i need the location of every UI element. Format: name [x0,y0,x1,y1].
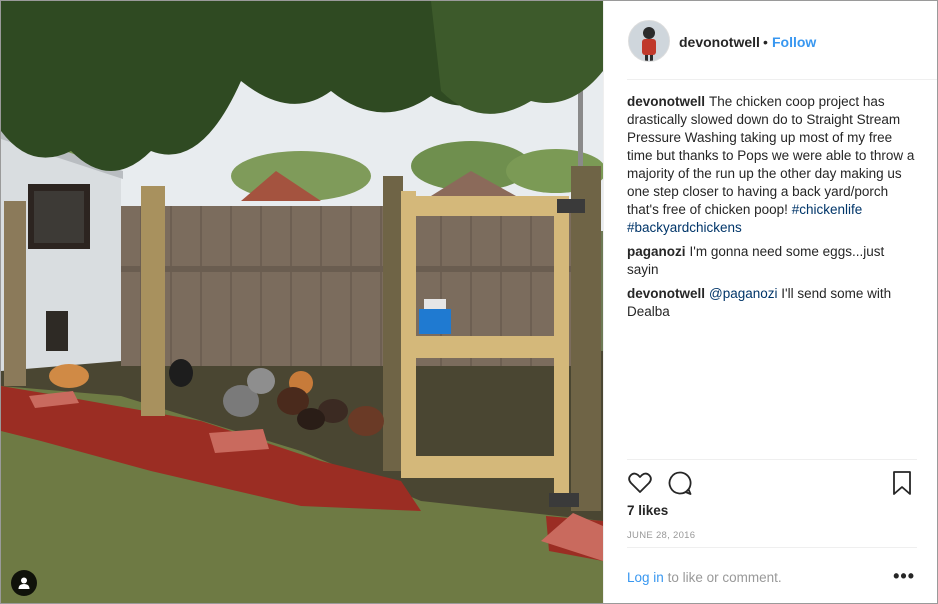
user-tag-icon[interactable] [11,570,37,596]
login-prompt: Log in to like or comment. [627,570,782,585]
follow-button[interactable]: Follow [772,34,816,50]
hashtag-link[interactable]: #chickenlife [792,202,863,217]
mention-link[interactable]: @paganozi [709,286,778,301]
comment-username[interactable]: devonotwell [627,94,705,109]
post-window: devonotwell • Follow devonotwell The chic… [0,0,938,604]
post-header: devonotwell • Follow [627,1,937,80]
comment-text: The chicken coop project has drastically… [627,94,915,217]
post-footer: Log in to like or comment. ••• [627,547,917,603]
bookmark-icon[interactable] [889,470,917,498]
post-date: JUNE 28, 2016 [627,530,696,541]
heart-icon[interactable] [627,470,655,498]
comment-item: paganozi I'm gonna need some eggs...just … [627,243,919,279]
login-link[interactable]: Log in [627,570,664,585]
likes-count[interactable]: 7 likes [627,503,668,518]
comments-list: devonotwell The chicken coop project has … [627,93,919,327]
post-photo[interactable] [1,1,603,603]
login-suffix: to like or comment. [667,570,782,585]
post-author-username[interactable]: devonotwell [679,34,760,50]
post-actions-bar [627,459,917,506]
comment-username[interactable]: devonotwell [627,286,705,301]
comment-item: devonotwell @paganozi I'll send some with… [627,285,919,321]
more-options-button[interactable]: ••• [893,566,915,587]
caption-comment: devonotwell The chicken coop project has … [627,93,919,237]
post-details-panel: devonotwell • Follow devonotwell The chic… [603,1,937,603]
comment-username[interactable]: paganozi [627,244,686,259]
separator-dot: • [763,34,768,50]
backyard-photo-illustration [1,1,603,603]
comment-bubble-icon[interactable] [667,470,695,498]
hashtag-link[interactable]: #backyardchickens [627,220,742,235]
avatar[interactable] [628,20,670,62]
